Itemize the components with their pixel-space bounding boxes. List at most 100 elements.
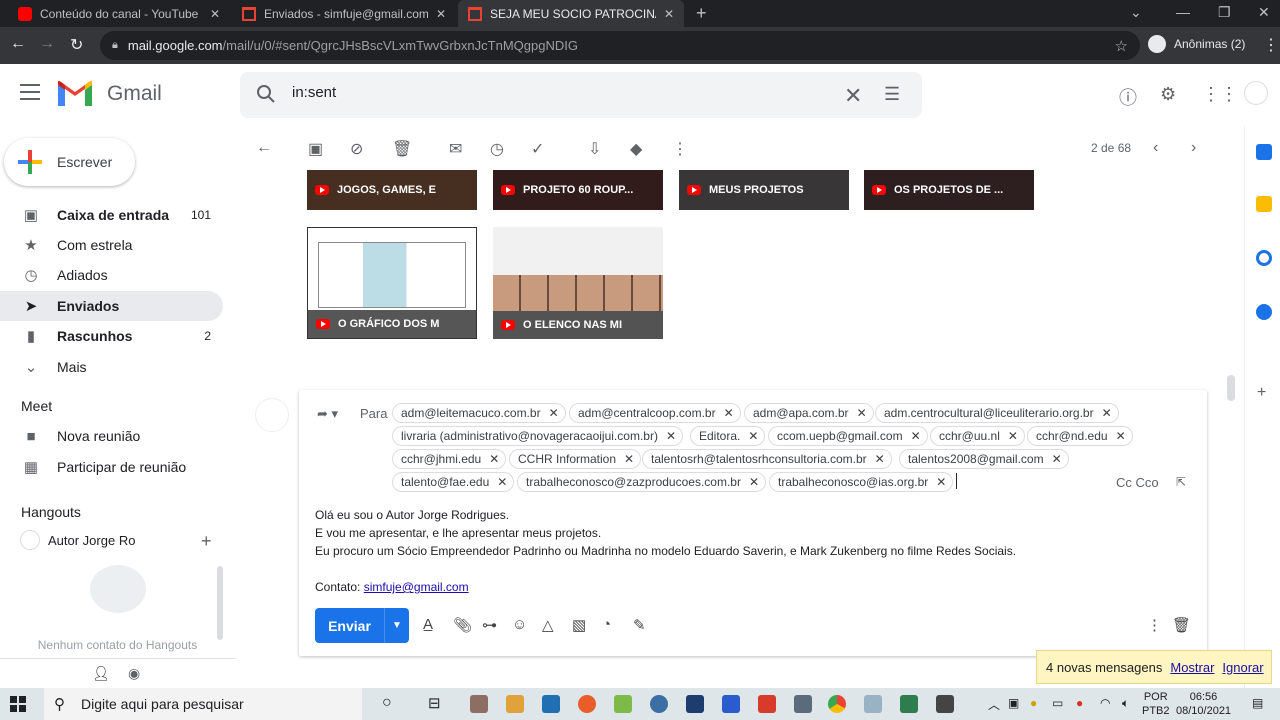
windows-start-icon[interactable] bbox=[10, 696, 26, 712]
calendar-icon[interactable] bbox=[1256, 144, 1272, 160]
remove-recipient-icon[interactable]: ✕ bbox=[749, 475, 759, 489]
app-icon[interactable] bbox=[758, 695, 776, 713]
wifi-icon[interactable]: ◠ bbox=[1100, 696, 1110, 710]
main-scrollbar[interactable] bbox=[1227, 375, 1235, 401]
nav-item-starred[interactable]: ★ Com estrela bbox=[0, 230, 223, 260]
remove-recipient-icon[interactable]: ✕ bbox=[875, 452, 885, 466]
recipient-chip[interactable]: adm.centrocultural@liceuliterario.org.br… bbox=[875, 403, 1119, 423]
more-compose-options-icon[interactable]: ⋮ bbox=[1147, 616, 1162, 634]
remove-recipient-icon[interactable]: ✕ bbox=[549, 406, 559, 420]
recipient-chip[interactable]: livraria (administrativo@novageracaoijui… bbox=[392, 426, 684, 446]
main-menu-icon[interactable] bbox=[20, 84, 40, 100]
nav-item-inbox[interactable]: ▣ Caixa de entrada 101 bbox=[0, 200, 223, 230]
nav-item-drafts[interactable]: ▮ Rascunhos 2 bbox=[0, 321, 223, 351]
close-tab-icon[interactable]: ✕ bbox=[436, 7, 446, 21]
nav-item-snoozed[interactable]: ◷ Adiados bbox=[0, 260, 223, 290]
older-icon[interactable]: › bbox=[1191, 139, 1196, 157]
remove-recipient-icon[interactable]: ✕ bbox=[911, 429, 921, 443]
contact-email-link[interactable]: simfuje@gmail.com bbox=[364, 580, 469, 594]
video-thumbnail[interactable]: PROJETO 60 ROUP... bbox=[493, 170, 663, 210]
reload-icon[interactable]: ↻ bbox=[70, 35, 83, 55]
tray-app-icon[interactable]: ● bbox=[1076, 696, 1083, 710]
body-line[interactable]: Eu procuro um Sócio Empreendedor Padrinh… bbox=[315, 544, 1016, 558]
restore-icon[interactable]: ❐ bbox=[1218, 4, 1231, 21]
app-icon[interactable] bbox=[686, 695, 704, 713]
move-to-icon[interactable]: ⇩ bbox=[588, 139, 601, 159]
browser-tab-active[interactable]: SEJA MEU SOCIO PATROCINADO ✕ bbox=[458, 0, 684, 27]
remove-recipient-icon[interactable]: ✕ bbox=[936, 475, 946, 489]
search-options-icon[interactable]: ☰ bbox=[884, 84, 900, 105]
signature-icon[interactable]: ✎ bbox=[633, 616, 646, 634]
search-input[interactable] bbox=[292, 84, 792, 101]
contact-line[interactable]: Contato: simfuje@gmail.com bbox=[315, 580, 469, 594]
recipient-chip[interactable]: talentos2008@gmail.com ✕ bbox=[899, 449, 1069, 469]
recipient-chip[interactable]: talento@fae.edu ✕ bbox=[392, 472, 515, 492]
formatting-icon[interactable]: A̲ bbox=[423, 616, 433, 633]
close-tab-icon[interactable]: ✕ bbox=[664, 7, 674, 21]
remove-recipient-icon[interactable]: ✕ bbox=[497, 475, 507, 489]
emoji-icon[interactable]: ☺ bbox=[512, 616, 527, 633]
add-hangout-icon[interactable]: + bbox=[201, 531, 212, 552]
recipient-chip[interactable]: ccom.uepb@gmail.com ✕ bbox=[768, 426, 928, 446]
show-link[interactable]: Mostrar bbox=[1170, 660, 1214, 675]
explorer-app-icon[interactable] bbox=[506, 695, 524, 713]
bookmark-star-icon[interactable]: ☆ bbox=[1115, 37, 1128, 55]
more-options-icon[interactable]: ⋮ bbox=[672, 139, 688, 159]
popout-icon[interactable]: ⇱ bbox=[1176, 475, 1186, 489]
drive-icon[interactable]: △ bbox=[542, 616, 554, 634]
remove-recipient-icon[interactable]: ✕ bbox=[1008, 429, 1018, 443]
video-thumbnail[interactable]: O GRÁFICO DOS M bbox=[307, 227, 477, 339]
back-icon[interactable]: ← bbox=[10, 35, 26, 53]
recipient-chip[interactable]: adm@apa.com.br ✕ bbox=[744, 403, 874, 423]
app-icon[interactable] bbox=[614, 695, 632, 713]
remove-recipient-icon[interactable]: ✕ bbox=[748, 429, 758, 443]
recipient-chip[interactable]: cchr@nd.edu ✕ bbox=[1027, 426, 1133, 446]
attach-icon[interactable]: 📎︎ bbox=[453, 616, 472, 634]
remove-recipient-icon[interactable]: ✕ bbox=[1052, 452, 1062, 466]
meet-join-meeting[interactable]: ▦ Participar de reunião bbox=[0, 452, 223, 482]
reply-type-icon[interactable]: ➦ ▾ bbox=[317, 406, 338, 422]
archive-icon[interactable]: ▣ bbox=[308, 139, 323, 159]
recipient-chip[interactable]: talentosrh@talentosrhconsultoria.com.br ✕ bbox=[642, 449, 892, 469]
compose-button[interactable]: Escrever bbox=[4, 138, 135, 186]
system-clock[interactable]: 06:56 08/10/2021 bbox=[1176, 690, 1231, 718]
app-icon[interactable] bbox=[542, 695, 560, 713]
search-bar[interactable]: ✕ ☰ bbox=[240, 72, 922, 118]
discard-draft-icon[interactable]: 🗑︎ bbox=[1172, 616, 1191, 634]
task-view-icon[interactable]: ⊟ bbox=[428, 694, 441, 712]
contacts-icon[interactable] bbox=[1256, 304, 1272, 320]
app-icon[interactable] bbox=[578, 695, 596, 713]
language-indicator[interactable]: POR PTB2 bbox=[1142, 690, 1170, 718]
notifications-icon[interactable]: ▤ bbox=[1252, 696, 1263, 710]
body-line[interactable]: E vou me apresentar, e lhe apresentar me… bbox=[315, 526, 601, 540]
video-thumbnail[interactable]: OS PROJETOS DE ... bbox=[864, 170, 1034, 210]
store-app-icon[interactable] bbox=[470, 695, 488, 713]
remove-recipient-icon[interactable]: ✕ bbox=[1116, 429, 1126, 443]
browser-tab-sent[interactable]: Enviados - simfuje@gmail.com - ✕ bbox=[232, 0, 456, 27]
apps-grid-icon[interactable]: ⋮⋮ bbox=[1202, 84, 1238, 105]
app-icon[interactable] bbox=[864, 695, 882, 713]
recipient-chip[interactable]: cchr@jhmi.edu ✕ bbox=[392, 449, 507, 469]
account-avatar[interactable] bbox=[1244, 81, 1268, 105]
tray-chevron-icon[interactable]: ︿ bbox=[988, 696, 1000, 713]
confidential-mode-icon[interactable]: ◔ bbox=[602, 616, 611, 633]
send-button[interactable]: Enviar ▼ bbox=[315, 608, 409, 643]
forward-icon[interactable]: → bbox=[39, 35, 55, 53]
report-spam-icon[interactable]: ⊘ bbox=[350, 139, 363, 159]
tray-app-icon[interactable]: ▣ bbox=[1008, 696, 1019, 710]
new-tab-icon[interactable]: + bbox=[696, 3, 707, 24]
label-icon[interactable]: ◆ bbox=[630, 139, 642, 159]
clear-search-icon[interactable]: ✕ bbox=[844, 83, 862, 109]
tasks-icon[interactable] bbox=[1256, 250, 1272, 266]
volume-icon[interactable]: 🔈︎ bbox=[1122, 696, 1129, 711]
newer-icon[interactable]: ‹ bbox=[1153, 139, 1158, 157]
minimize-icon[interactable]: — bbox=[1176, 4, 1190, 20]
gmail-logo[interactable]: Gmail bbox=[58, 81, 162, 106]
help-icon[interactable]: ⓘ bbox=[1119, 84, 1137, 110]
recipient-chip[interactable]: adm@leitemacuco.com.br ✕ bbox=[392, 403, 566, 423]
keep-icon[interactable] bbox=[1256, 196, 1272, 212]
chrome-app-icon[interactable] bbox=[828, 695, 846, 713]
nav-item-sent[interactable]: ➤ Enviados bbox=[0, 291, 223, 321]
recipient-chip[interactable]: trabalheconosco@ias.org.br ✕ bbox=[769, 472, 954, 492]
app-icon[interactable] bbox=[900, 695, 918, 713]
